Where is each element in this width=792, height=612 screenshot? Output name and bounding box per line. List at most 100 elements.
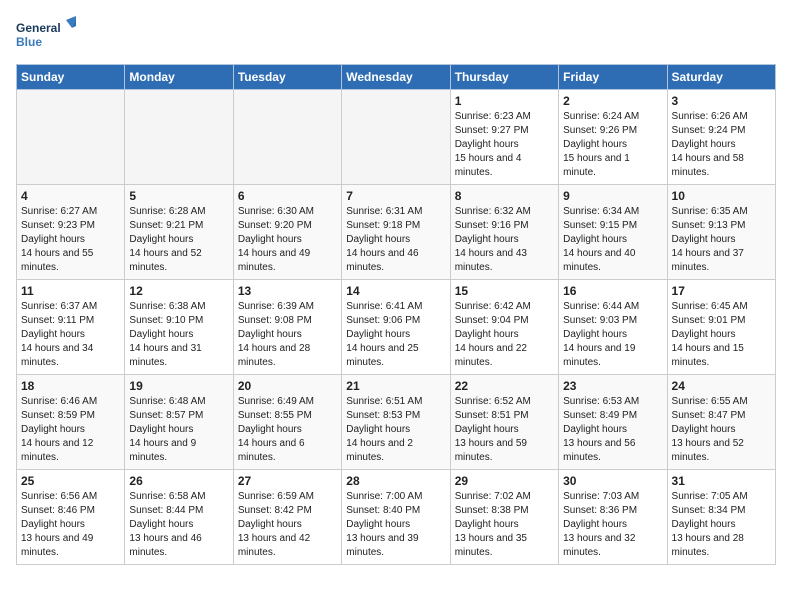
daylight-label: Daylight hours xyxy=(672,424,736,435)
daylight-value: 14 hours and 55 minutes. xyxy=(21,248,93,273)
sunrise-label: Sunrise: 7:02 AM xyxy=(455,491,531,502)
sunset-label: Sunset: 9:27 PM xyxy=(455,125,529,136)
daylight-label: Daylight hours xyxy=(21,424,85,435)
day-info: Sunrise: 6:44 AM Sunset: 9:03 PM Dayligh… xyxy=(563,300,662,370)
sunset-label: Sunset: 9:23 PM xyxy=(21,220,95,231)
sunrise-label: Sunrise: 6:46 AM xyxy=(21,396,97,407)
sunrise-label: Sunrise: 7:00 AM xyxy=(346,491,422,502)
day-number: 28 xyxy=(346,474,445,488)
day-info: Sunrise: 6:27 AM Sunset: 9:23 PM Dayligh… xyxy=(21,205,120,275)
day-number: 23 xyxy=(563,379,662,393)
daylight-value: 13 hours and 59 minutes. xyxy=(455,438,527,463)
calendar-cell: 18 Sunrise: 6:46 AM Sunset: 8:59 PM Dayl… xyxy=(17,375,125,470)
day-number: 12 xyxy=(129,284,228,298)
weekday-header-saturday: Saturday xyxy=(667,65,775,90)
daylight-value: 13 hours and 56 minutes. xyxy=(563,438,635,463)
day-info: Sunrise: 6:38 AM Sunset: 9:10 PM Dayligh… xyxy=(129,300,228,370)
calendar-cell: 22 Sunrise: 6:52 AM Sunset: 8:51 PM Dayl… xyxy=(450,375,558,470)
daylight-label: Daylight hours xyxy=(672,519,736,530)
calendar-cell: 19 Sunrise: 6:48 AM Sunset: 8:57 PM Dayl… xyxy=(125,375,233,470)
calendar-cell: 1 Sunrise: 6:23 AM Sunset: 9:27 PM Dayli… xyxy=(450,90,558,185)
day-info: Sunrise: 6:26 AM Sunset: 9:24 PM Dayligh… xyxy=(672,110,771,180)
sunset-label: Sunset: 9:06 PM xyxy=(346,315,420,326)
daylight-value: 13 hours and 42 minutes. xyxy=(238,533,310,558)
sunset-label: Sunset: 8:59 PM xyxy=(21,410,95,421)
day-number: 21 xyxy=(346,379,445,393)
day-number: 25 xyxy=(21,474,120,488)
sunset-label: Sunset: 8:40 PM xyxy=(346,505,420,516)
day-info: Sunrise: 6:51 AM Sunset: 8:53 PM Dayligh… xyxy=(346,395,445,465)
day-number: 3 xyxy=(672,94,771,108)
sunset-label: Sunset: 9:21 PM xyxy=(129,220,203,231)
sunrise-label: Sunrise: 7:03 AM xyxy=(563,491,639,502)
sunset-label: Sunset: 8:47 PM xyxy=(672,410,746,421)
daylight-label: Daylight hours xyxy=(455,424,519,435)
day-info: Sunrise: 6:59 AM Sunset: 8:42 PM Dayligh… xyxy=(238,490,337,560)
day-info: Sunrise: 6:52 AM Sunset: 8:51 PM Dayligh… xyxy=(455,395,554,465)
daylight-label: Daylight hours xyxy=(129,329,193,340)
day-info: Sunrise: 6:28 AM Sunset: 9:21 PM Dayligh… xyxy=(129,205,228,275)
calendar-cell: 7 Sunrise: 6:31 AM Sunset: 9:18 PM Dayli… xyxy=(342,185,450,280)
day-number: 18 xyxy=(21,379,120,393)
sunset-label: Sunset: 8:42 PM xyxy=(238,505,312,516)
daylight-value: 14 hours and 25 minutes. xyxy=(346,343,418,368)
sunset-label: Sunset: 8:53 PM xyxy=(346,410,420,421)
daylight-label: Daylight hours xyxy=(346,234,410,245)
daylight-value: 14 hours and 52 minutes. xyxy=(129,248,201,273)
day-info: Sunrise: 6:34 AM Sunset: 9:15 PM Dayligh… xyxy=(563,205,662,275)
calendar-cell xyxy=(125,90,233,185)
calendar-cell: 8 Sunrise: 6:32 AM Sunset: 9:16 PM Dayli… xyxy=(450,185,558,280)
daylight-label: Daylight hours xyxy=(563,139,627,150)
daylight-value: 14 hours and 19 minutes. xyxy=(563,343,635,368)
daylight-value: 13 hours and 49 minutes. xyxy=(21,533,93,558)
sunset-label: Sunset: 9:03 PM xyxy=(563,315,637,326)
daylight-value: 14 hours and 12 minutes. xyxy=(21,438,93,463)
daylight-label: Daylight hours xyxy=(563,234,627,245)
day-number: 22 xyxy=(455,379,554,393)
sunset-label: Sunset: 9:04 PM xyxy=(455,315,529,326)
calendar-cell: 14 Sunrise: 6:41 AM Sunset: 9:06 PM Dayl… xyxy=(342,280,450,375)
day-number: 8 xyxy=(455,189,554,203)
weekday-header-wednesday: Wednesday xyxy=(342,65,450,90)
daylight-value: 13 hours and 28 minutes. xyxy=(672,533,744,558)
daylight-label: Daylight hours xyxy=(672,329,736,340)
sunrise-label: Sunrise: 6:23 AM xyxy=(455,111,531,122)
sunrise-label: Sunrise: 6:44 AM xyxy=(563,301,639,312)
day-number: 16 xyxy=(563,284,662,298)
day-number: 6 xyxy=(238,189,337,203)
calendar-cell: 29 Sunrise: 7:02 AM Sunset: 8:38 PM Dayl… xyxy=(450,470,558,565)
daylight-value: 14 hours and 31 minutes. xyxy=(129,343,201,368)
calendar-cell: 26 Sunrise: 6:58 AM Sunset: 8:44 PM Dayl… xyxy=(125,470,233,565)
daylight-value: 14 hours and 49 minutes. xyxy=(238,248,310,273)
calendar-cell: 11 Sunrise: 6:37 AM Sunset: 9:11 PM Dayl… xyxy=(17,280,125,375)
daylight-label: Daylight hours xyxy=(21,519,85,530)
day-info: Sunrise: 6:53 AM Sunset: 8:49 PM Dayligh… xyxy=(563,395,662,465)
daylight-label: Daylight hours xyxy=(346,329,410,340)
sunrise-label: Sunrise: 6:42 AM xyxy=(455,301,531,312)
day-number: 4 xyxy=(21,189,120,203)
weekday-header-sunday: Sunday xyxy=(17,65,125,90)
calendar-cell: 13 Sunrise: 6:39 AM Sunset: 9:08 PM Dayl… xyxy=(233,280,341,375)
day-info: Sunrise: 6:41 AM Sunset: 9:06 PM Dayligh… xyxy=(346,300,445,370)
day-number: 30 xyxy=(563,474,662,488)
day-number: 20 xyxy=(238,379,337,393)
sunset-label: Sunset: 8:51 PM xyxy=(455,410,529,421)
daylight-label: Daylight hours xyxy=(672,139,736,150)
sunset-label: Sunset: 9:11 PM xyxy=(21,315,94,326)
logo: General Blue xyxy=(16,16,76,54)
sunset-label: Sunset: 8:55 PM xyxy=(238,410,312,421)
daylight-label: Daylight hours xyxy=(129,424,193,435)
sunrise-label: Sunrise: 6:26 AM xyxy=(672,111,748,122)
daylight-label: Daylight hours xyxy=(563,424,627,435)
sunrise-label: Sunrise: 6:51 AM xyxy=(346,396,422,407)
daylight-value: 14 hours and 40 minutes. xyxy=(563,248,635,273)
calendar-cell xyxy=(233,90,341,185)
sunset-label: Sunset: 9:18 PM xyxy=(346,220,420,231)
calendar-cell: 25 Sunrise: 6:56 AM Sunset: 8:46 PM Dayl… xyxy=(17,470,125,565)
sunset-label: Sunset: 9:20 PM xyxy=(238,220,312,231)
day-number: 15 xyxy=(455,284,554,298)
sunset-label: Sunset: 8:57 PM xyxy=(129,410,203,421)
daylight-label: Daylight hours xyxy=(21,234,85,245)
day-number: 26 xyxy=(129,474,228,488)
daylight-value: 15 hours and 1 minute. xyxy=(563,153,630,178)
